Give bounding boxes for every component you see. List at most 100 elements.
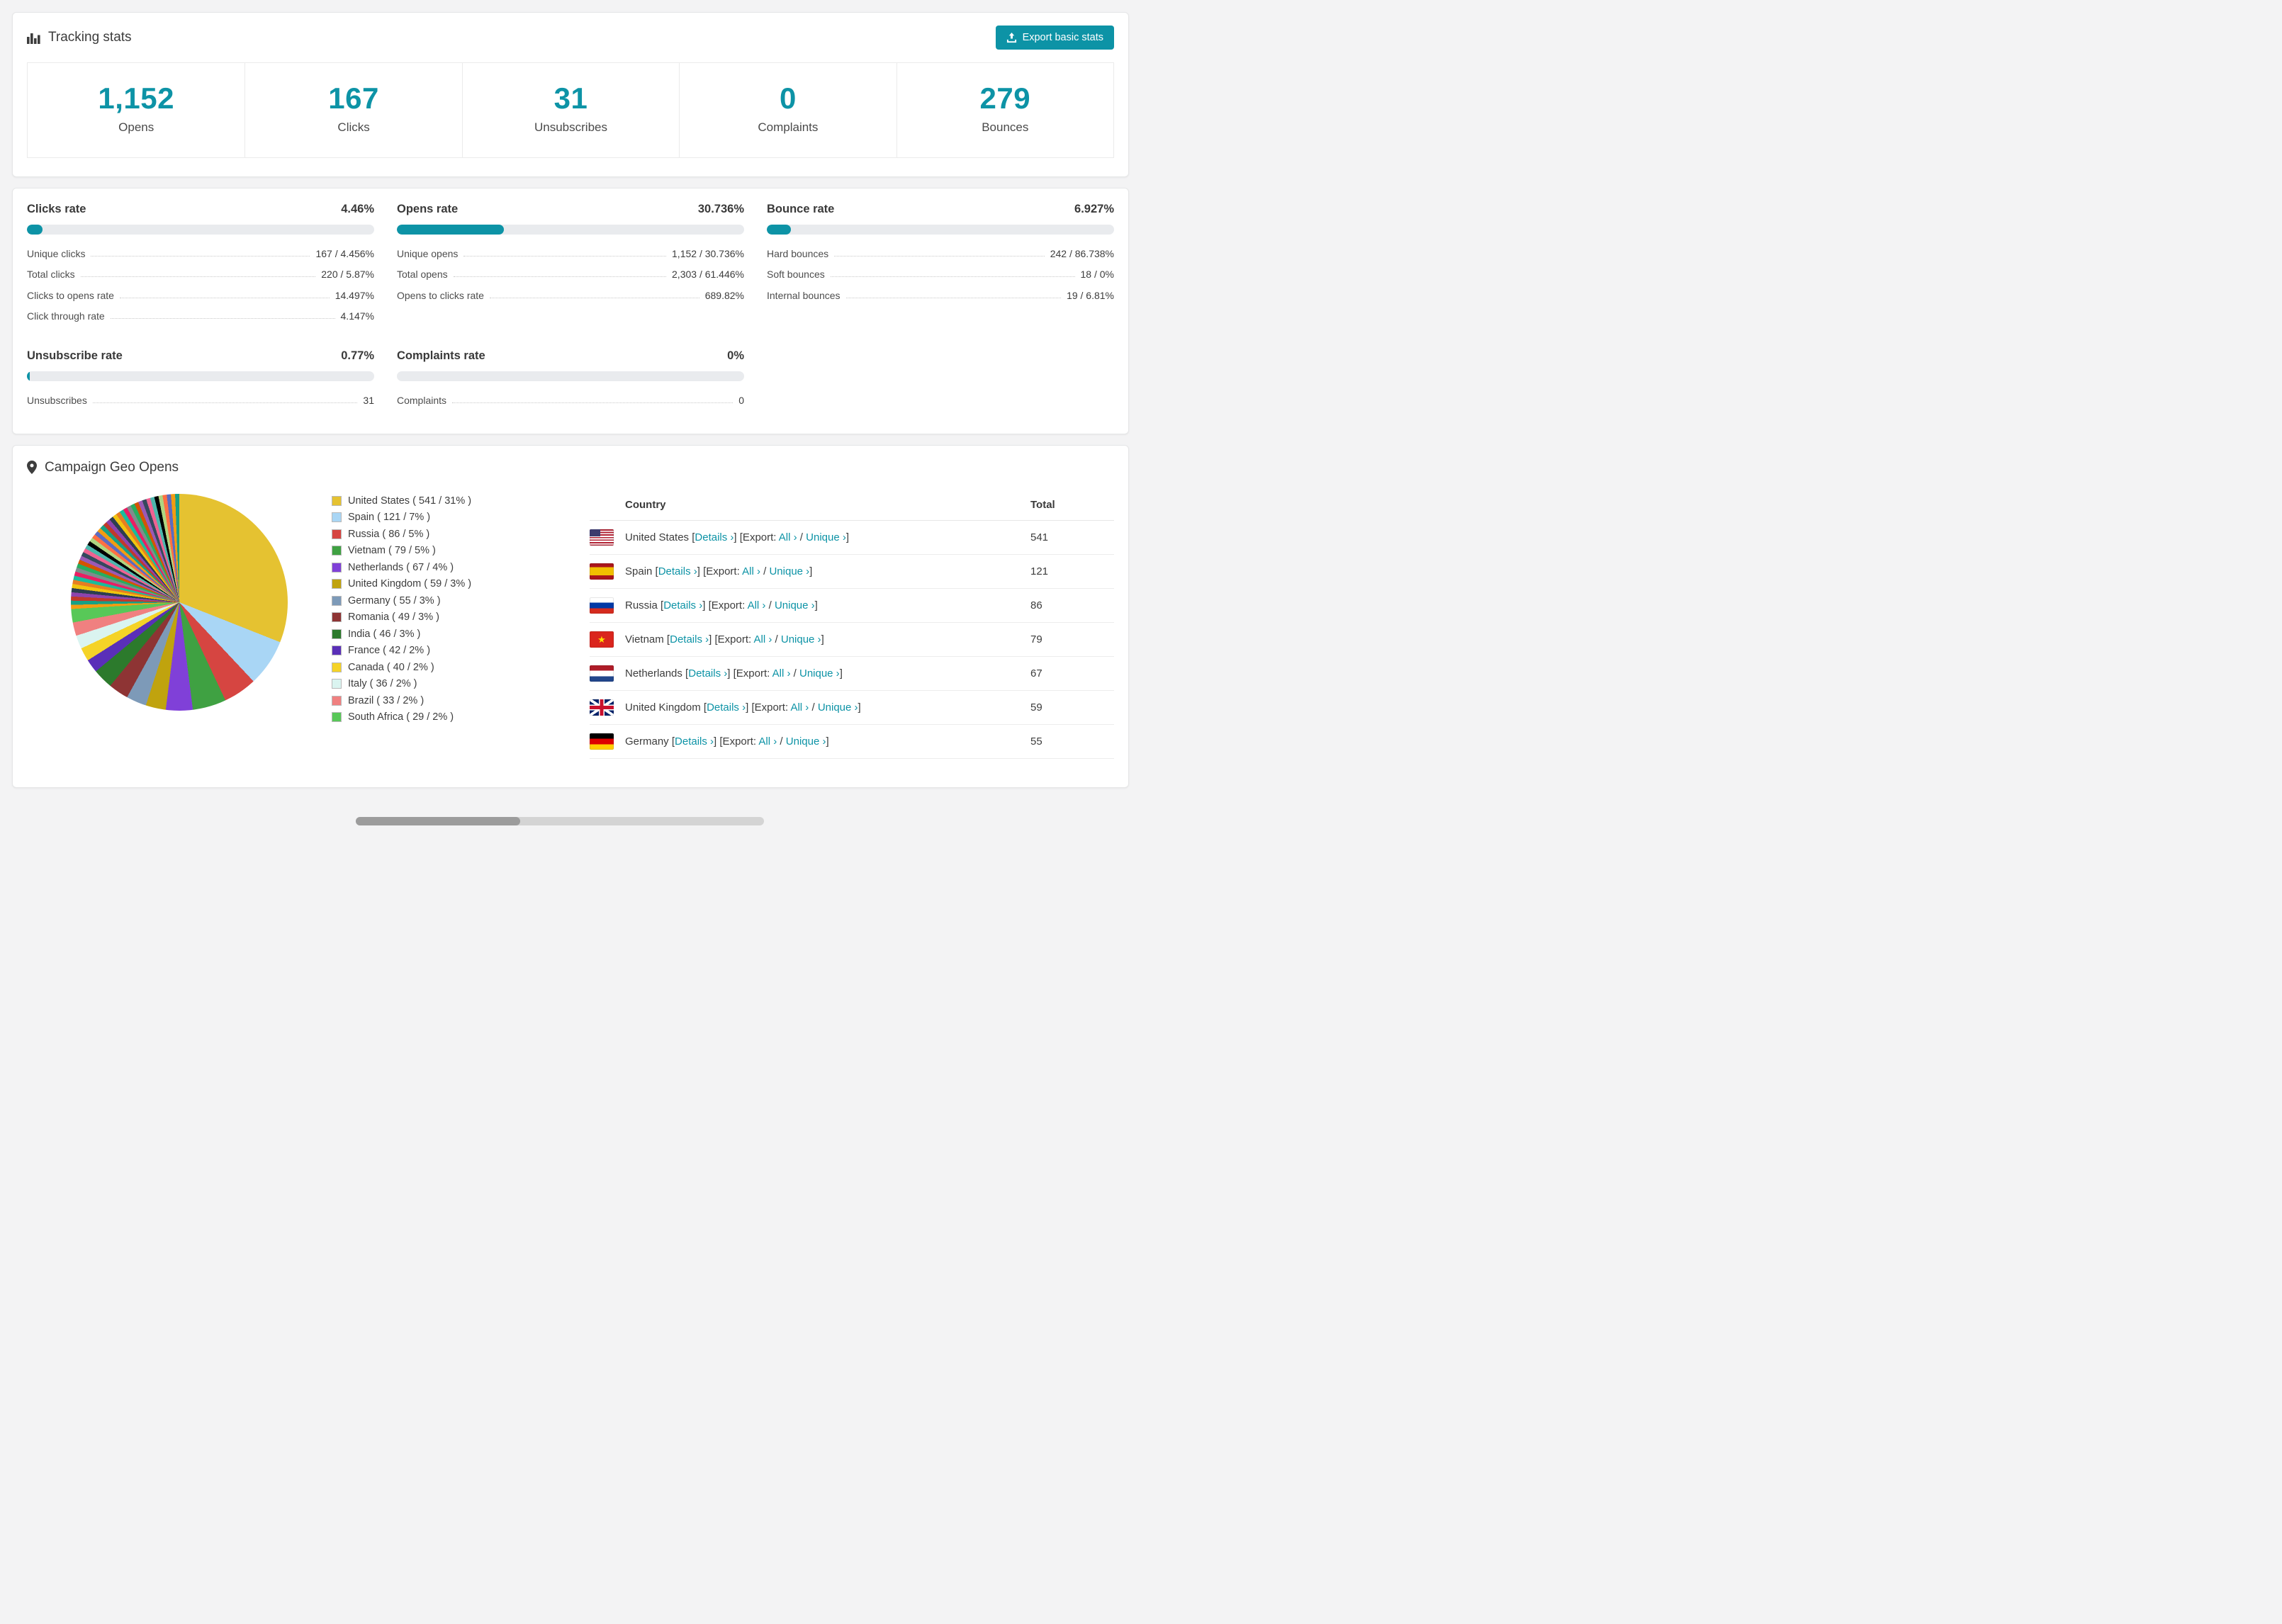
geo-table-header-row: Country Total bbox=[590, 489, 1114, 521]
export-all-link[interactable]: All › bbox=[758, 735, 777, 748]
geo-pie-chart bbox=[71, 493, 288, 711]
export-unique-link[interactable]: Unique › bbox=[786, 735, 826, 748]
rate-row-label: Unique clicks bbox=[27, 247, 86, 259]
export-unique-link[interactable]: Unique › bbox=[775, 599, 815, 611]
rate-row-value: 242 / 86.738% bbox=[1050, 247, 1114, 259]
legend-swatch-icon bbox=[332, 595, 342, 606]
export-all-link[interactable]: All › bbox=[779, 531, 797, 543]
rate-header: Unsubscribe rate 0.77% bbox=[27, 349, 374, 363]
details-link[interactable]: Details › bbox=[707, 701, 746, 714]
geo-table-row-de: Germany [Details ›] [Export: All › / Uni… bbox=[590, 724, 1114, 759]
rate-row: Opens to clicks rate 689.82% bbox=[397, 285, 744, 306]
export-all-link[interactable]: All › bbox=[754, 633, 772, 645]
rate-row-label: Internal bounces bbox=[767, 289, 841, 301]
stat-label: Opens bbox=[118, 120, 154, 135]
rate-title: Unsubscribe rate bbox=[27, 349, 123, 363]
legend-item-france: France ( 42 / 2% ) bbox=[332, 645, 570, 656]
legend-swatch-icon bbox=[332, 645, 342, 656]
rate-row-value: 689.82% bbox=[704, 289, 744, 301]
export-basic-stats-button[interactable]: Export basic stats bbox=[995, 26, 1114, 50]
details-link[interactable]: Details › bbox=[688, 667, 727, 680]
country-name: Germany bbox=[625, 735, 669, 748]
country-cell: Russia [Details ›] [Export: All › / Uniq… bbox=[625, 588, 1030, 623]
rate-row-label: Total clicks bbox=[27, 269, 75, 281]
rate-row-value: 19 / 6.81% bbox=[1067, 289, 1114, 301]
export-unique-link[interactable]: Unique › bbox=[818, 701, 858, 714]
rate-row: Complaints 0 bbox=[397, 390, 744, 411]
export-basic-stats-label: Export basic stats bbox=[1022, 32, 1103, 43]
legend-item-united-states: United States ( 541 / 31% ) bbox=[332, 495, 570, 507]
legend-label: India ( 46 / 3% ) bbox=[348, 628, 421, 640]
details-link[interactable]: Details › bbox=[670, 633, 709, 645]
country-total: 55 bbox=[1030, 724, 1114, 759]
rate-progress-track bbox=[27, 371, 374, 382]
geo-pie-legend: United States ( 541 / 31% ) Spain ( 121 /… bbox=[332, 490, 570, 759]
rate-rows: Unique clicks 167 / 4.456% Total clicks 220… bbox=[27, 243, 374, 327]
country-cell: United States [Details ›] [Export: All ›… bbox=[625, 520, 1030, 555]
rate-row: Internal bounces 19 / 6.81% bbox=[767, 285, 1114, 306]
dotted-leader bbox=[110, 318, 335, 320]
legend-item-romania: Romania ( 49 / 3% ) bbox=[332, 611, 570, 623]
country-name: United States bbox=[625, 531, 690, 543]
legend-label: Spain ( 121 / 7% ) bbox=[348, 512, 431, 524]
rates-grid: Clicks rate 4.46% Unique clicks 167 / 4.456… bbox=[27, 203, 1114, 411]
flag-vn-icon bbox=[590, 631, 614, 648]
export-all-link[interactable]: All › bbox=[748, 599, 766, 611]
rate-row-label: Opens to clicks rate bbox=[397, 289, 484, 301]
legend-item-brazil: Brazil ( 33 / 2% ) bbox=[332, 695, 570, 706]
legend-item-canada: Canada ( 40 / 2% ) bbox=[332, 662, 570, 673]
export-unique-link[interactable]: Unique › bbox=[769, 565, 809, 577]
export-all-link[interactable]: All › bbox=[742, 565, 760, 577]
stat-value: 0 bbox=[779, 81, 797, 115]
details-link[interactable]: Details › bbox=[695, 531, 734, 543]
country-total: 541 bbox=[1030, 520, 1114, 555]
dotted-leader bbox=[80, 276, 316, 278]
rate-row-label: Total opens bbox=[397, 269, 448, 281]
details-link[interactable]: Details › bbox=[675, 735, 714, 748]
horizontal-scrollbar[interactable] bbox=[356, 817, 764, 825]
rate-row-value: 1,152 / 30.736% bbox=[672, 247, 744, 259]
country-name: Spain bbox=[625, 565, 653, 577]
rate-row-value: 18 / 0% bbox=[1080, 269, 1114, 281]
flag-cell bbox=[590, 520, 625, 555]
details-link[interactable]: Details › bbox=[663, 599, 702, 611]
flag-cell bbox=[590, 724, 625, 759]
rate-value: 0.77% bbox=[341, 349, 374, 363]
rate-clicks-rate: Clicks rate 4.46% Unique clicks 167 / 4.456… bbox=[27, 203, 374, 327]
country-cell: Vietnam [Details ›] [Export: All › / Uni… bbox=[625, 622, 1030, 657]
geo-table-row-gb: United Kingdom [Details ›] [Export: All … bbox=[590, 690, 1114, 725]
legend-label: United States ( 541 / 31% ) bbox=[348, 495, 472, 507]
rate-row-value: 220 / 5.87% bbox=[321, 269, 374, 281]
legend-item-netherlands: Netherlands ( 67 / 4% ) bbox=[332, 562, 570, 573]
tracking-stats-card: Tracking stats Export basic stats 1,152 O… bbox=[12, 12, 1129, 178]
rate-row-label: Clicks to opens rate bbox=[27, 289, 114, 301]
geo-table-row-us: United States [Details ›] [Export: All ›… bbox=[590, 520, 1114, 555]
legend-swatch-icon bbox=[332, 529, 342, 539]
export-unique-link[interactable]: Unique › bbox=[781, 633, 821, 645]
rate-row: Clicks to opens rate 14.497% bbox=[27, 285, 374, 306]
legend-label: United Kingdom ( 59 / 3% ) bbox=[348, 578, 472, 590]
export-all-link[interactable]: All › bbox=[790, 701, 809, 714]
legend-swatch-icon bbox=[332, 546, 342, 556]
rate-row-value: 14.497% bbox=[335, 289, 374, 301]
geo-table: Country Total United States [Details ›] … bbox=[590, 489, 1114, 759]
stat-value: 31 bbox=[553, 81, 588, 115]
legend-item-vietnam: Vietnam ( 79 / 5% ) bbox=[332, 545, 570, 556]
details-link[interactable]: Details › bbox=[658, 565, 697, 577]
rate-row: Unique opens 1,152 / 30.736% bbox=[397, 243, 744, 264]
export-unique-link[interactable]: Unique › bbox=[806, 531, 846, 543]
export-unique-link[interactable]: Unique › bbox=[799, 667, 840, 680]
flag-de-icon bbox=[590, 733, 614, 750]
legend-label: France ( 42 / 2% ) bbox=[348, 645, 431, 657]
export-all-link[interactable]: All › bbox=[772, 667, 791, 680]
rate-row-value: 2,303 / 61.446% bbox=[672, 269, 744, 281]
dotted-leader bbox=[830, 276, 1075, 278]
rate-title: Complaints rate bbox=[397, 349, 485, 363]
horizontal-scrollbar-thumb[interactable] bbox=[356, 817, 520, 825]
legend-item-spain: Spain ( 121 / 7% ) bbox=[332, 512, 570, 523]
country-cell: Spain [Details ›] [Export: All › / Uniqu… bbox=[625, 554, 1030, 589]
legend-item-india: India ( 46 / 3% ) bbox=[332, 628, 570, 640]
total-column-header: Total bbox=[1030, 489, 1114, 521]
legend-item-russia: Russia ( 86 / 5% ) bbox=[332, 529, 570, 540]
legend-label: Germany ( 55 / 3% ) bbox=[348, 594, 441, 607]
